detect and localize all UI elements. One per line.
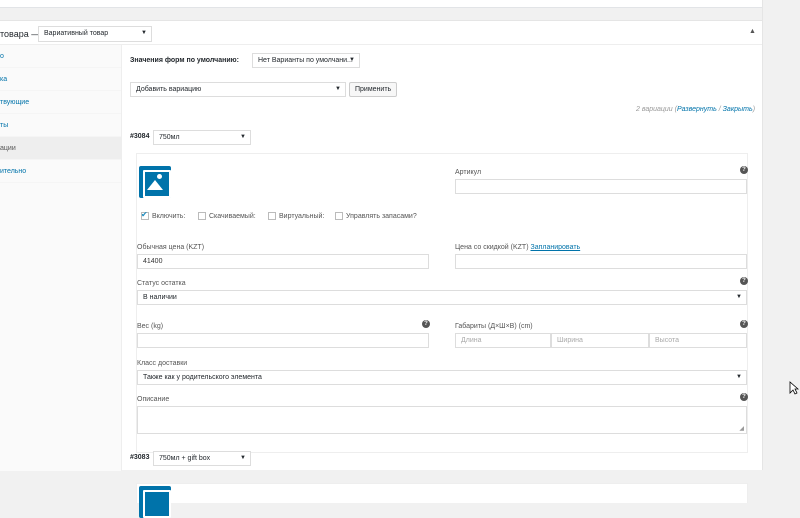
- top-strip: [0, 0, 762, 8]
- virtual-label: Виртуальный:: [279, 213, 325, 220]
- variation-attribute-select[interactable]: 750мл + gift box ▼: [153, 451, 251, 466]
- manage-stock-checkbox[interactable]: [335, 212, 343, 220]
- variation-body: Артикул ? Включить: Скачиваемый: Виртуал…: [136, 153, 748, 453]
- stock-status-value: В наличии: [143, 294, 177, 301]
- variations-main: Значения форм по умолчанию: Нет Варианты…: [122, 45, 762, 518]
- variation-option-value: 750мл + gift box: [159, 455, 211, 462]
- mouse-cursor-icon: [789, 381, 799, 395]
- sidebar-item-general[interactable]: о: [0, 45, 121, 68]
- sidebar-item-variations[interactable]: ации: [0, 137, 121, 160]
- chevron-down-icon: ▼: [240, 134, 246, 140]
- default-values-label: Значения форм по умолчанию:: [130, 57, 239, 64]
- sku-label: Артикул: [455, 169, 482, 176]
- variation-count: 2 вариации (Развернуть / Закрыть): [636, 106, 756, 113]
- sidebar-item-linked[interactable]: твующие: [0, 91, 121, 114]
- description-textarea[interactable]: ◢: [137, 406, 747, 434]
- image-upload-icon[interactable]: [139, 486, 171, 518]
- variation-id: #3083: [130, 454, 150, 461]
- enable-label: Включить:: [152, 213, 186, 220]
- product-type-select[interactable]: Вариативный товар ▼: [38, 26, 152, 42]
- product-data-panel: товара — Вариативный товар ▼ ▲ о ка твую…: [0, 20, 762, 518]
- weight-input[interactable]: [137, 333, 429, 348]
- sale-price-text: Цена со скидкой (KZT): [455, 244, 529, 251]
- length-placeholder: Длина: [461, 337, 482, 344]
- sidebar-item-inventory[interactable]: ка: [0, 68, 121, 91]
- enable-checkbox[interactable]: [141, 210, 149, 220]
- virtual-checkbox[interactable]: [268, 212, 276, 220]
- downloadable-checkbox[interactable]: [198, 212, 206, 220]
- shipping-class-value: Также как у родительского элемента: [143, 374, 262, 381]
- regular-price-label: Обычная цена (KZT): [137, 244, 205, 251]
- variation-attribute-select[interactable]: 750мл ▼: [153, 130, 251, 145]
- bulk-action-select[interactable]: Добавить вариацию ▼: [130, 82, 346, 97]
- panel-title: товара —: [0, 29, 41, 39]
- mountain-shape: [147, 180, 163, 190]
- regular-price-input[interactable]: 41400: [137, 254, 429, 269]
- default-variation-value: Нет Варианты по умолчани...: [258, 57, 353, 64]
- product-type-value: Вариативный товар: [44, 30, 109, 37]
- count-text: 2 вариации: [636, 106, 673, 113]
- downloadable-label: Скачиваемый:: [209, 213, 256, 220]
- count-suffix: ): [752, 106, 756, 113]
- shipping-class-select[interactable]: Также как у родительского элемента ▼: [137, 370, 747, 385]
- image-upload-icon[interactable]: [139, 166, 171, 198]
- chevron-down-icon: ▼: [141, 30, 147, 36]
- sun-shape: [157, 174, 162, 179]
- chevron-down-icon: ▼: [335, 86, 341, 92]
- schedule-link[interactable]: Запланировать: [530, 244, 580, 251]
- bulk-action-value: Добавить вариацию: [136, 86, 202, 93]
- dimensions-label: Габариты (Д×Ш×В) (cm): [455, 323, 533, 330]
- help-icon[interactable]: ?: [740, 320, 748, 328]
- panel-header: товара — Вариативный товар ▼ ▲: [0, 21, 762, 45]
- variation-id: #3084: [130, 133, 150, 140]
- chevron-down-icon: ▼: [240, 455, 246, 461]
- help-icon[interactable]: ?: [422, 320, 430, 328]
- height-placeholder: Высота: [655, 337, 680, 344]
- close-link[interactable]: Закрыть: [723, 106, 753, 113]
- default-variation-select[interactable]: Нет Варианты по умолчани... ▼: [252, 53, 360, 68]
- resize-grip-icon[interactable]: ◢: [739, 425, 744, 432]
- shipping-class-label: Класс доставки: [137, 360, 188, 367]
- variation-body: [136, 483, 748, 518]
- sale-price-input[interactable]: [455, 254, 747, 269]
- stock-status-select[interactable]: В наличии ▼: [137, 290, 747, 305]
- height-input[interactable]: Высота: [649, 333, 747, 348]
- weight-label: Вес (kg): [137, 323, 164, 330]
- help-icon[interactable]: ?: [740, 166, 748, 174]
- sidebar-item-advanced[interactable]: ительно: [0, 160, 121, 183]
- width-input[interactable]: Ширина: [551, 333, 649, 348]
- sale-price-label: Цена со скидкой (KZT) Запланировать: [455, 244, 580, 251]
- manage-stock-label: Управлять запасами?: [346, 213, 417, 220]
- sku-input[interactable]: [455, 179, 747, 194]
- chevron-down-icon: ▼: [736, 294, 742, 300]
- apply-button[interactable]: Применить: [349, 82, 397, 97]
- sidebar-item-attributes[interactable]: ты: [0, 114, 121, 137]
- help-icon[interactable]: ?: [740, 393, 748, 401]
- help-icon[interactable]: ?: [740, 277, 748, 285]
- variation-option-value: 750мл: [159, 134, 180, 141]
- chevron-down-icon: ▼: [349, 57, 355, 63]
- expand-link[interactable]: Развернуть: [677, 106, 717, 113]
- chevron-down-icon: ▼: [736, 374, 742, 380]
- right-gutter: [762, 0, 800, 470]
- product-tabs-sidebar: о ка твующие ты ации ительно: [0, 45, 122, 471]
- stock-status-label: Статус остатка: [137, 280, 186, 287]
- collapse-icon[interactable]: ▲: [749, 28, 756, 35]
- length-input[interactable]: Длина: [455, 333, 551, 348]
- width-placeholder: Ширина: [557, 337, 583, 344]
- description-label: Описание: [137, 396, 170, 403]
